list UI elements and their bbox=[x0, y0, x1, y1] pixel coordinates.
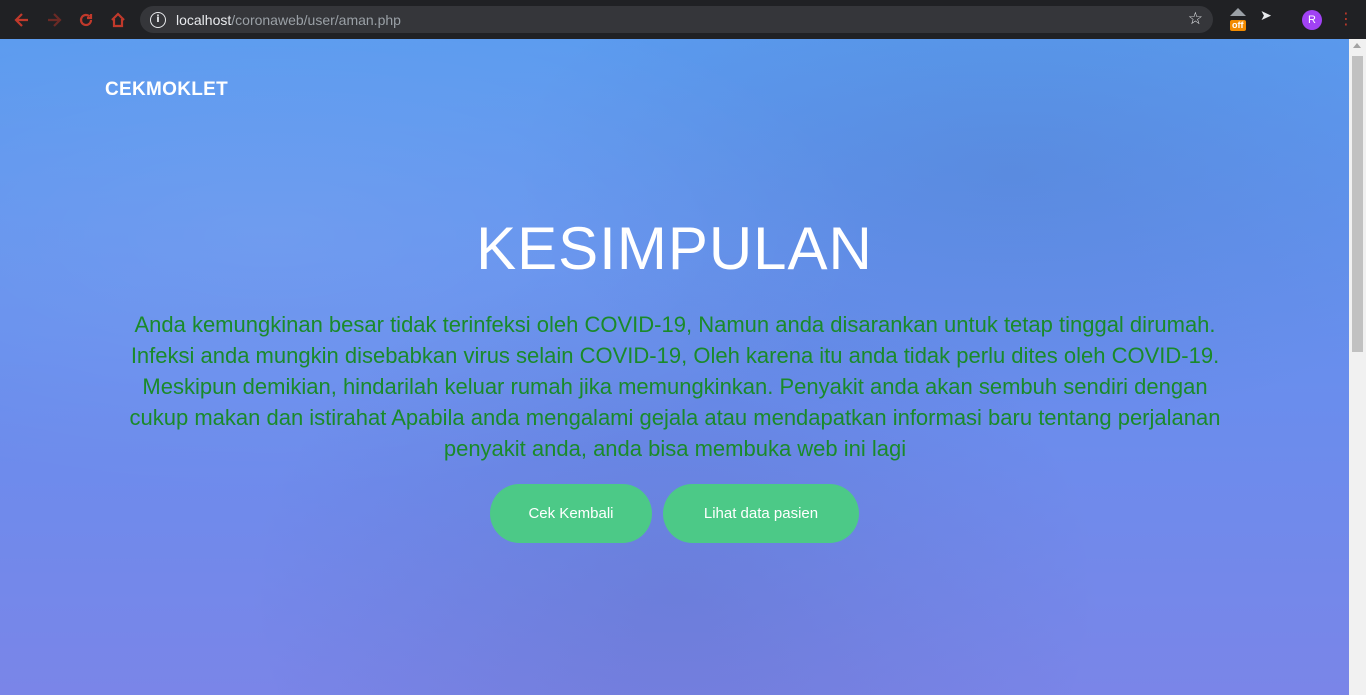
profile-avatar[interactable]: R bbox=[1302, 10, 1322, 30]
info-icon[interactable]: i bbox=[150, 11, 166, 28]
address-bar[interactable]: i localhost/coronaweb/user/aman.php ☆ bbox=[140, 6, 1213, 33]
scroll-up-arrow-icon[interactable] bbox=[1353, 43, 1361, 48]
forward-icon[interactable] bbox=[38, 4, 70, 36]
cek-kembali-button[interactable]: Cek Kembali bbox=[490, 484, 652, 543]
conclusion-text: Anda kemungkinan besar tidak terinfeksi … bbox=[129, 312, 1221, 461]
extension-badge: off bbox=[1230, 20, 1246, 31]
navbar-brand[interactable]: CEKMOKLET bbox=[105, 79, 228, 101]
hero-section: CEKMOKLET KESIMPULAN Anda kemungkinan be… bbox=[0, 39, 1349, 695]
page-scrollbar[interactable] bbox=[1349, 39, 1366, 695]
browser-toolbar: i localhost/coronaweb/user/aman.php ☆ of… bbox=[0, 0, 1366, 39]
lihat-data-pasien-button[interactable]: Lihat data pasien bbox=[663, 484, 859, 543]
button-row: Cek Kembali Lihat data pasien bbox=[0, 484, 1349, 543]
back-icon[interactable] bbox=[6, 4, 38, 36]
extension-home-icon[interactable]: off bbox=[1228, 8, 1248, 32]
reload-icon[interactable] bbox=[70, 4, 102, 36]
scrollbar-thumb[interactable] bbox=[1352, 56, 1363, 352]
bookmark-star-icon[interactable]: ☆ bbox=[1188, 9, 1203, 29]
extension-cursor-icon[interactable]: ➤ bbox=[1260, 8, 1272, 24]
home-icon[interactable] bbox=[102, 4, 134, 36]
page-title: KESIMPULAN bbox=[476, 215, 873, 282]
menu-kebab-icon[interactable]: ⋮ bbox=[1338, 9, 1354, 28]
url-text: localhost/coronaweb/user/aman.php bbox=[176, 11, 401, 28]
